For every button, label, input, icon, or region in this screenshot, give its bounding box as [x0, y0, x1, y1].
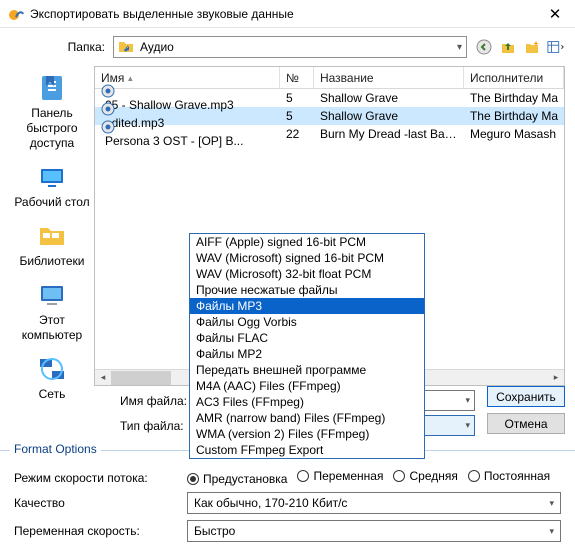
radio-icon	[187, 473, 199, 485]
window-title: Экспортировать выделенные звуковые данны…	[24, 7, 535, 21]
dropdown-item[interactable]: AC3 Files (FFmpeg)	[190, 394, 424, 410]
dropdown-item[interactable]: Передать внешней программе	[190, 362, 424, 378]
chevron-down-icon: ▾	[465, 420, 470, 431]
audio-file-icon	[101, 84, 274, 98]
folder-label: Папка:	[10, 40, 105, 54]
places-item[interactable]: Рабочий стол	[10, 159, 94, 212]
dropdown-item[interactable]: Файлы FLAC	[190, 330, 424, 346]
radio-icon	[468, 470, 480, 482]
places-item[interactable]: Сеть	[10, 351, 94, 404]
folder-value: Аудио	[140, 40, 174, 54]
quality-select[interactable]: Как обычно, 170-210 Кбит/с ▾	[187, 492, 561, 514]
dropdown-item[interactable]: Файлы MP2	[190, 346, 424, 362]
places-item[interactable]: Библиотеки	[10, 218, 94, 271]
dropdown-item[interactable]: Прочие несжатые файлы	[190, 282, 424, 298]
quality-label: Качество	[14, 496, 179, 510]
file-type-dropdown[interactable]: AIFF (Apple) signed 16-bit PCMWAV (Micro…	[189, 233, 425, 459]
scrollbar-thumb[interactable]	[111, 371, 171, 385]
folder-select[interactable]: Аудио ▾	[113, 36, 467, 58]
chevron-down-icon: ▾	[549, 498, 554, 509]
cancel-button[interactable]: Отмена	[487, 413, 565, 434]
bitrate-radio[interactable]: Постоянная	[468, 469, 550, 483]
place-icon	[36, 72, 68, 104]
vbr-select[interactable]: Быстро ▾	[187, 520, 561, 542]
chevron-down-icon: ▾	[465, 395, 470, 406]
dropdown-item[interactable]: Custom FFmpeg Export	[190, 442, 424, 458]
place-label: Рабочий стол	[14, 195, 89, 210]
bitrate-radio[interactable]: Переменная	[297, 469, 383, 483]
new-folder-icon[interactable]	[523, 38, 541, 56]
place-icon	[36, 220, 68, 252]
app-icon	[8, 6, 24, 22]
col-artist[interactable]: Исполнители	[464, 67, 564, 88]
col-number[interactable]: №	[280, 67, 314, 88]
place-label: Этот компьютер	[10, 313, 94, 343]
place-icon	[36, 161, 68, 193]
nav-back-icon[interactable]	[475, 38, 493, 56]
place-icon	[36, 353, 68, 385]
col-title[interactable]: Название	[314, 67, 464, 88]
chevron-down-icon: ▾	[549, 526, 554, 537]
chevron-down-icon: ▾	[457, 42, 462, 53]
filetype-label: Тип файла:	[120, 419, 198, 433]
close-button[interactable]: ✕	[535, 0, 575, 28]
dropdown-item[interactable]: AMR (narrow band) Files (FFmpeg)	[190, 410, 424, 426]
place-label: Панель быстрого доступа	[10, 106, 94, 151]
file-list[interactable]: Имя № Название Исполнители 05 - Shallow …	[94, 66, 565, 386]
bitrate-radio[interactable]: Средняя	[393, 469, 457, 483]
view-menu-icon[interactable]	[547, 38, 565, 56]
nav-up-icon[interactable]	[499, 38, 517, 56]
bitrate-radio[interactable]: Предустановка	[187, 472, 287, 486]
place-label: Сеть	[39, 387, 66, 402]
dropdown-item[interactable]: AIFF (Apple) signed 16-bit PCM	[190, 234, 424, 250]
places-item[interactable]: Панель быстрого доступа	[10, 70, 94, 153]
scroll-left-icon[interactable]: ◂	[95, 370, 111, 386]
dropdown-item[interactable]: M4A (AAC) Files (FFmpeg)	[190, 378, 424, 394]
dropdown-item[interactable]: WAV (Microsoft) 32-bit float PCM	[190, 266, 424, 282]
dropdown-item[interactable]: WMA (version 2) Files (FFmpeg)	[190, 426, 424, 442]
dropdown-item[interactable]: WAV (Microsoft) signed 16-bit PCM	[190, 250, 424, 266]
place-label: Библиотеки	[19, 254, 84, 269]
save-button[interactable]: Сохранить	[487, 386, 565, 407]
bitrate-mode-label: Режим скорости потока:	[14, 471, 179, 485]
places-item[interactable]: Этот компьютер	[10, 277, 94, 345]
format-legend: Format Options	[10, 442, 101, 456]
file-row[interactable]: Persona 3 OST - [OP] B...22Burn My Dread…	[95, 125, 564, 143]
place-icon	[36, 279, 68, 311]
radio-icon	[393, 470, 405, 482]
radio-icon	[297, 470, 309, 482]
dropdown-item[interactable]: Файлы MP3	[190, 298, 424, 314]
music-folder-icon	[118, 39, 134, 55]
audio-file-icon	[101, 102, 274, 116]
filename-label: Имя файла:	[120, 394, 198, 408]
audio-file-icon	[101, 120, 274, 134]
vbr-label: Переменная скорость:	[14, 524, 179, 538]
scroll-right-icon[interactable]: ▸	[548, 370, 564, 386]
dropdown-item[interactable]: Файлы Ogg Vorbis	[190, 314, 424, 330]
